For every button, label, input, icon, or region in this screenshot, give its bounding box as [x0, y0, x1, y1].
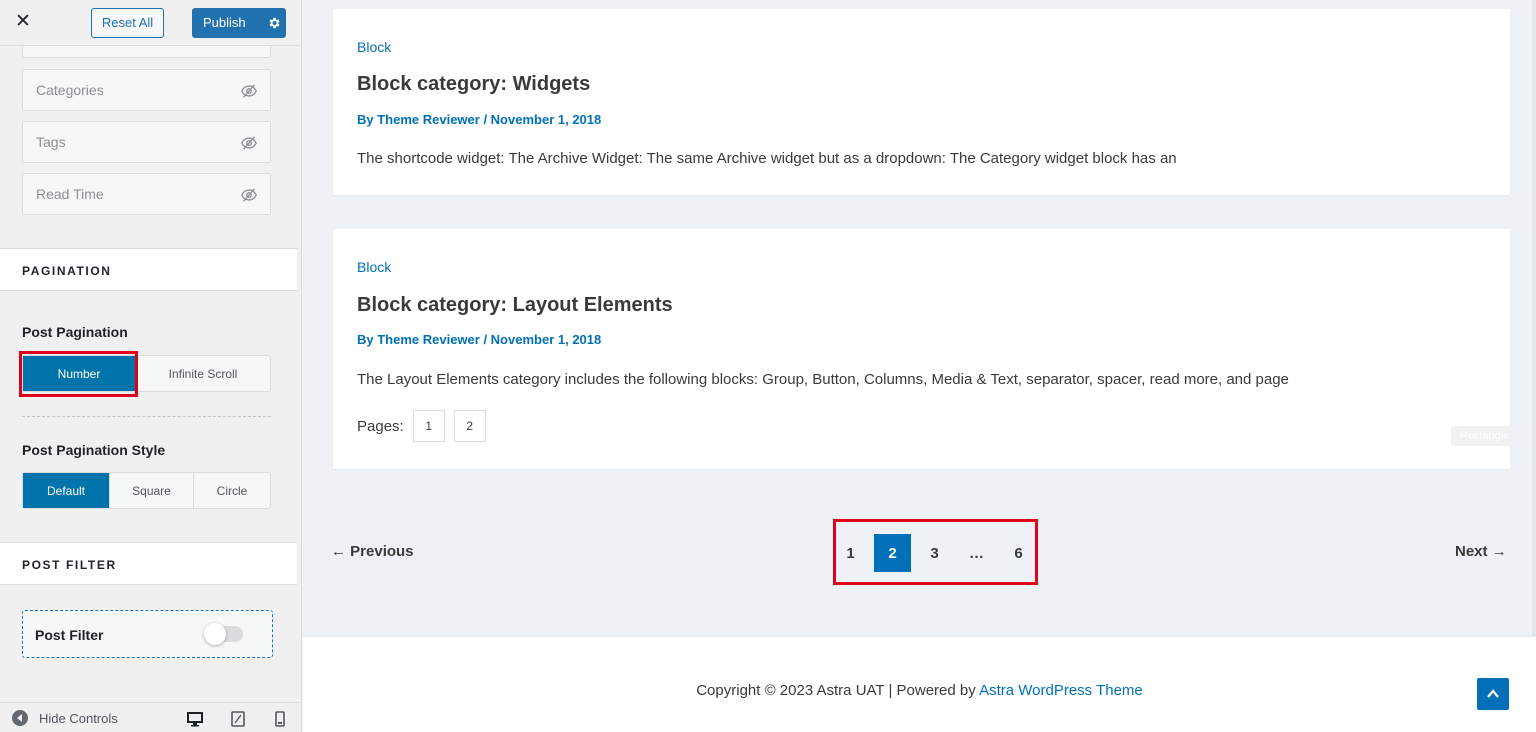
previous-page-link[interactable]: ← Previous [331, 543, 414, 560]
post-title[interactable]: Block category: Layout Elements [357, 294, 673, 317]
style-option-circle[interactable]: Circle [194, 473, 270, 508]
site-preview: Block Block category: Widgets By Theme R… [303, 0, 1536, 732]
copyright-text: Copyright © 2023 Astra UAT | Powered by … [303, 682, 1536, 699]
post-card: Block Block category: Layout Elements By… [333, 229, 1510, 469]
divider [22, 416, 271, 417]
eye-hidden-icon[interactable] [240, 82, 258, 100]
customizer-header: ✕ Reset All Publish [0, 0, 301, 46]
page-number-link[interactable]: 6 [1000, 534, 1037, 572]
scrollbar-track[interactable] [1532, 0, 1536, 636]
style-option-square[interactable]: Square [110, 473, 194, 508]
scroll-to-top-button[interactable] [1477, 678, 1509, 710]
meta-item-label: Tags [36, 134, 66, 150]
style-option-default[interactable]: Default [23, 473, 110, 508]
section-title: PAGINATION [22, 264, 112, 278]
page-number-current: 2 [874, 534, 911, 572]
tablet-icon[interactable] [229, 710, 247, 728]
eye-hidden-icon[interactable] [240, 186, 258, 204]
post-page-link[interactable]: 1 [412, 410, 445, 442]
post-pagination-style-title: Post Pagination Style [22, 442, 166, 458]
section-title: POST FILTER [22, 558, 117, 572]
copyright-prefix: Copyright © 2023 Astra UAT | Powered by [696, 682, 980, 699]
customizer-sidebar: ✕ Reset All Publish Categories Tags Read… [0, 0, 302, 732]
desktop-icon[interactable] [186, 710, 204, 728]
hide-controls-label: Hide Controls [39, 710, 118, 726]
post-filter-section-heading: POST FILTER [0, 542, 297, 585]
meta-item-label: Categories [36, 82, 104, 98]
page-number-link[interactable]: 1 [832, 534, 869, 572]
post-filter-toggle[interactable] [204, 623, 243, 645]
post-title[interactable]: Block category: Widgets [357, 73, 590, 96]
meta-item-read-time[interactable]: Read Time [22, 173, 271, 215]
pagination-option-number[interactable]: Number [23, 356, 136, 391]
post-pagination-options: Number Infinite Scroll [22, 355, 271, 392]
post-category-link[interactable]: Block [357, 259, 391, 275]
meta-item-label: Read Time [36, 186, 104, 202]
post-meta[interactable]: By Theme Reviewer / November 1, 2018 [357, 332, 601, 347]
customizer-footer: Hide Controls [0, 702, 301, 732]
hide-controls-button[interactable]: Hide Controls [12, 710, 118, 726]
eye-hidden-icon[interactable] [240, 134, 258, 152]
meta-item-categories[interactable]: Categories [22, 69, 271, 111]
pages-label: Pages: [357, 417, 404, 435]
post-excerpt: The shortcode widget: The Archive Widget… [357, 150, 1177, 167]
toggle-knob [204, 623, 226, 645]
post-excerpt: The Layout Elements category includes th… [357, 371, 1289, 388]
close-icon[interactable]: ✕ [12, 11, 34, 33]
gear-icon[interactable] [261, 8, 286, 38]
pagination-section-heading: PAGINATION [0, 248, 297, 291]
astra-theme-link[interactable]: Astra WordPress Theme [979, 682, 1143, 699]
mobile-icon[interactable] [271, 710, 289, 728]
post-pagination-title: Post Pagination [22, 324, 128, 340]
archive-pagination: 1 2 3 … 6 [832, 534, 1042, 572]
page-ellipsis: … [969, 544, 984, 562]
post-meta[interactable]: By Theme Reviewer / November 1, 2018 [357, 112, 601, 127]
post-filter-label: Post Filter [35, 627, 104, 643]
site-footer: Copyright © 2023 Astra UAT | Powered by … [303, 636, 1536, 732]
page-number-link[interactable]: 3 [916, 534, 953, 572]
rectangle-tag: Rectangle [1451, 426, 1518, 446]
meta-item-tags[interactable]: Tags [22, 121, 271, 163]
collapse-arrow-icon [12, 710, 28, 726]
pagination-option-infinite-scroll[interactable]: Infinite Scroll [136, 356, 270, 391]
post-category-link[interactable]: Block [357, 39, 391, 55]
chevron-up-icon [1487, 689, 1499, 698]
reset-all-button[interactable]: Reset All [91, 8, 164, 38]
post-page-links: Pages: 1 2 [357, 410, 495, 442]
post-card: Block Block category: Widgets By Theme R… [333, 9, 1510, 195]
post-pagination-style-options: Default Square Circle [22, 472, 271, 509]
post-filter-control: Post Filter [22, 610, 273, 658]
next-page-link[interactable]: Next → [1455, 543, 1507, 560]
post-page-link[interactable]: 2 [453, 410, 486, 442]
